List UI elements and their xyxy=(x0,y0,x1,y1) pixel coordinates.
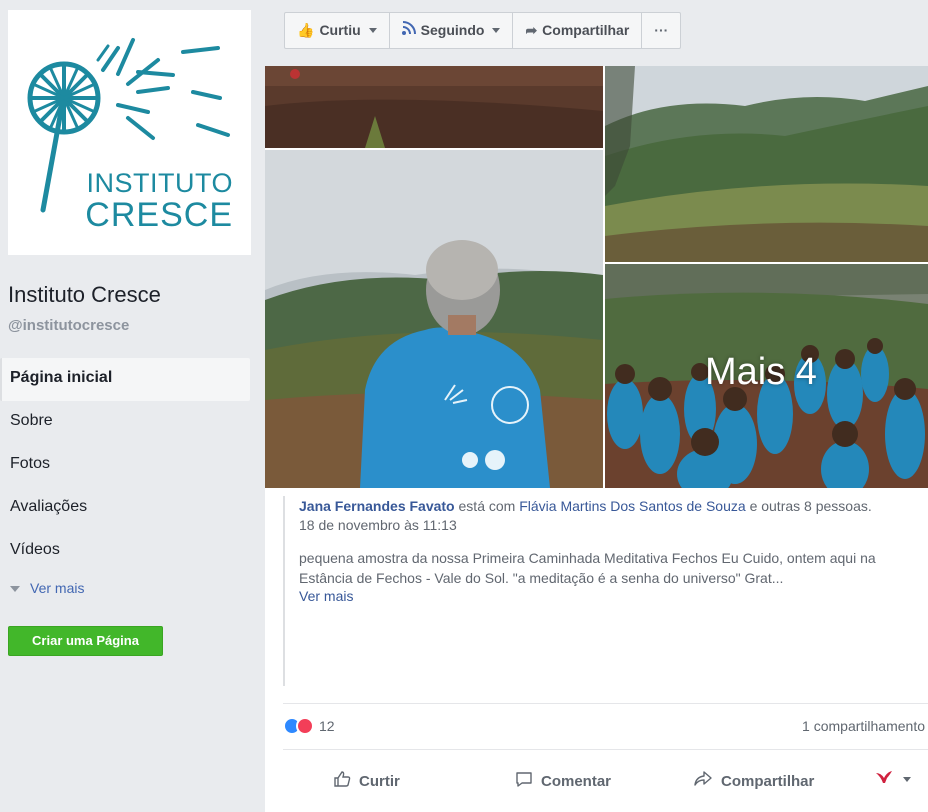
sidebar-see-more[interactable]: Ver mais xyxy=(10,580,84,596)
more-photos-overlay[interactable]: Mais 4 xyxy=(705,351,817,394)
post-actions: Curtir Comentar Compartilhar xyxy=(283,762,928,802)
post-timestamp[interactable]: 18 de novembro às 11:13 xyxy=(299,517,928,533)
share-button[interactable]: Compartilhar xyxy=(693,770,814,792)
share-button-label: Compartilhar xyxy=(721,772,815,790)
thumbs-up-outline-icon xyxy=(333,770,351,792)
post-card: Mais 4 Jana Fernandes Favato está com Fl… xyxy=(265,66,928,812)
page-profile-picture[interactable]: INSTITUTO CRESCE xyxy=(8,10,251,255)
post-text: pequena amostra da nossa Primeira Caminh… xyxy=(299,550,876,586)
logo-text-cresce: CRESCE xyxy=(85,196,233,234)
page-handle[interactable]: @institutocresce xyxy=(8,317,129,334)
post-see-more-link[interactable]: Ver mais xyxy=(299,588,928,604)
post-author-link[interactable]: Jana Fernandes Favato xyxy=(299,498,455,514)
post-with-text: está com xyxy=(458,498,516,514)
liked-button[interactable]: 👍 Curtiu xyxy=(285,13,390,48)
divider xyxy=(283,703,928,704)
thumbs-up-icon: 👍 xyxy=(297,22,315,38)
divider xyxy=(283,749,928,750)
page-name[interactable]: Instituto Cresce xyxy=(8,282,161,308)
chevron-down-icon xyxy=(903,776,911,782)
post-as-page-menu[interactable] xyxy=(875,770,911,788)
chevron-down-icon xyxy=(10,586,20,593)
sidebar-nav: Página inicial Sobre Fotos Avaliações Ví… xyxy=(0,358,250,573)
post-tagged-link[interactable]: Flávia Martins Dos Santos de Souza xyxy=(519,498,745,514)
chevron-down-icon xyxy=(492,28,501,33)
chevron-down-icon xyxy=(368,28,377,33)
logo-text-instituto: INSTITUTO xyxy=(86,168,233,198)
comment-button-label: Comentar xyxy=(541,772,612,790)
like-button-label: Curtir xyxy=(359,772,400,790)
reactions-count[interactable]: 12 xyxy=(319,718,335,734)
page-action-bar: 👍 Curtiu Seguindo ➦ Compartilhar ··· xyxy=(284,12,682,49)
post-others-text[interactable]: e outras 8 pessoas. xyxy=(750,498,872,514)
following-button-label: Seguindo xyxy=(420,22,485,38)
post-content: Jana Fernandes Favato está com Flávia Ma… xyxy=(283,496,928,686)
share-page-button-label: Compartilhar xyxy=(542,22,630,38)
sidebar-item-sobre[interactable]: Sobre xyxy=(0,401,250,444)
left-column: INSTITUTO CRESCE Instituto Cresce @insti… xyxy=(0,0,265,812)
comment-bubble-icon xyxy=(515,770,533,792)
sidebar-item-pagina-inicial[interactable]: Página inicial xyxy=(0,358,250,401)
love-reaction-icon xyxy=(296,717,314,735)
share-arrow-icon: ➦ xyxy=(525,22,538,38)
rss-icon xyxy=(401,13,416,48)
sidebar-see-more-label: Ver mais xyxy=(30,580,85,596)
post-stats: 12 1 compartilhamento xyxy=(283,716,928,738)
sidebar-item-avaliacoes[interactable]: Avaliações xyxy=(0,487,250,530)
sidebar-item-videos[interactable]: Vídeos xyxy=(0,530,250,573)
create-page-button[interactable]: Criar uma Página xyxy=(8,626,163,656)
like-button[interactable]: Curtir xyxy=(333,770,400,792)
post-photo-1[interactable] xyxy=(265,66,603,148)
more-options-button[interactable]: ··· xyxy=(642,13,680,48)
comment-button[interactable]: Comentar xyxy=(515,770,611,792)
post-photo-2[interactable] xyxy=(605,66,928,262)
sidebar-item-fotos[interactable]: Fotos xyxy=(0,444,250,487)
main-column: 👍 Curtiu Seguindo ➦ Compartilhar ··· Mai… xyxy=(265,0,928,812)
post-byline: Jana Fernandes Favato está com Flávia Ma… xyxy=(299,496,919,516)
shares-count[interactable]: 1 compartilhamento xyxy=(802,718,925,734)
page-avatar-bird-icon xyxy=(875,770,893,788)
share-arrow-icon xyxy=(693,770,713,792)
following-button[interactable]: Seguindo xyxy=(390,13,514,48)
post-photo-grid: Mais 4 xyxy=(265,66,928,488)
liked-button-label: Curtiu xyxy=(319,22,361,38)
post-photo-3[interactable] xyxy=(265,150,603,488)
share-page-button[interactable]: ➦ Compartilhar xyxy=(513,13,643,48)
